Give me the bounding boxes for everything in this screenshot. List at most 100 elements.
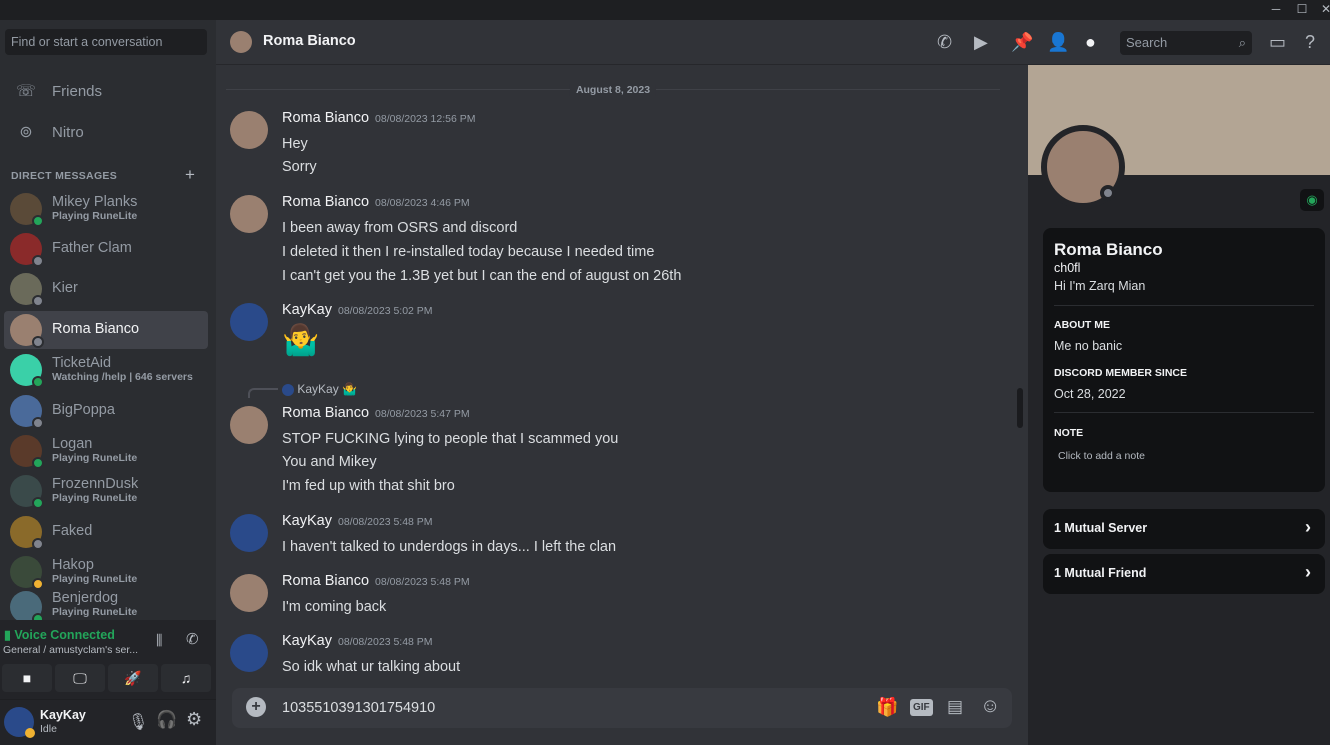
voice-channel[interactable]: General / amustyclam's ser... <box>3 644 138 656</box>
user-profile-toggle-icon[interactable]: ● <box>1085 32 1096 53</box>
message-avatar[interactable] <box>230 406 268 444</box>
message-text: I been away from OSRS and discord <box>282 220 518 236</box>
nitro-badge-icon[interactable]: ◉ <box>1300 189 1324 211</box>
help-icon[interactable]: ? <box>1305 32 1315 53</box>
message-timestamp: 08/08/2023 5:48 PM <box>337 636 433 648</box>
maximize-button[interactable]: ☐ <box>1290 2 1314 16</box>
channel-header: Roma Bianco ✆ ▶ 📌 👤 ● Search ⌕ ▭ ? <box>216 20 1330 65</box>
message-avatar[interactable] <box>230 634 268 672</box>
activity-button[interactable]: 🚀 <box>108 664 158 692</box>
dm-item[interactable]: Father Clam <box>4 230 208 268</box>
message-avatar[interactable] <box>230 574 268 612</box>
message-text: 🤷‍♂️ <box>282 324 320 357</box>
dm-activity: Playing RuneLite <box>52 573 138 586</box>
close-button[interactable]: ✕ <box>1314 2 1330 16</box>
nav-friends[interactable]: ☏ Friends <box>8 73 208 109</box>
message-input[interactable]: + 1035510391301754910 🎁 GIF ▤ ☺ <box>232 688 1012 728</box>
dm-name: Benjerdog <box>52 590 119 606</box>
screen-share-button[interactable]: 🖵 <box>55 664 105 692</box>
reply-text: 🤷‍♂️ <box>342 382 357 396</box>
message-author[interactable]: KayKay <box>282 513 332 529</box>
message-author[interactable]: Roma Bianco <box>282 194 369 210</box>
message-text: I can't get you the 1.3B yet but I can t… <box>282 268 682 284</box>
message-author[interactable]: KayKay <box>282 302 332 318</box>
message-avatar[interactable] <box>230 514 268 552</box>
pin-icon[interactable]: 📌 <box>1011 32 1033 53</box>
profile-card: Roma Bianco ch0fl Hi I'm Zarq Mian ABOUT… <box>1043 228 1325 492</box>
find-conversation-button[interactable]: Find or start a conversation <box>5 29 207 55</box>
message-author[interactable]: Roma Bianco <box>282 405 369 421</box>
dm-name: Faked <box>52 523 93 540</box>
dm-name: Kier <box>52 280 78 297</box>
settings-gear-icon[interactable]: ⚙ <box>186 709 202 730</box>
create-dm-button[interactable]: + <box>185 165 195 185</box>
add-friend-icon[interactable]: 👤 <box>1047 32 1069 53</box>
dm-item[interactable]: Logan Playing RuneLite <box>4 432 208 470</box>
title-bar: ─ ☐ ✕ <box>0 0 1330 20</box>
message-text: You and Mikey <box>282 454 377 470</box>
dm-item[interactable]: TicketAid Watching /help | 646 servers <box>4 351 208 389</box>
dm-item[interactable]: Roma Bianco <box>4 311 208 349</box>
search-input[interactable]: Search ⌕ <box>1120 31 1252 55</box>
dm-item[interactable]: Benjerdog Playing RuneLite <box>4 588 208 620</box>
mutual-friends-button[interactable]: 1 Mutual Friend › <box>1043 554 1325 594</box>
dm-item[interactable]: BigPoppa <box>4 392 208 430</box>
status-offline-icon <box>32 336 44 348</box>
nav-label: Friends <box>52 82 103 100</box>
dm-name: Mikey Planks <box>52 194 138 211</box>
camera-button[interactable]: ■ <box>2 664 52 692</box>
message-input-value[interactable]: 1035510391301754910 <box>282 700 435 716</box>
rocket-icon: 🚀 <box>124 669 142 686</box>
search-placeholder: Search <box>1126 35 1168 50</box>
dm-item[interactable]: Faked <box>4 513 208 551</box>
divider <box>1054 412 1314 413</box>
dm-avatar <box>10 273 44 307</box>
sticker-icon[interactable]: ▤ <box>947 697 963 717</box>
voice-call-icon[interactable]: ✆ <box>937 32 952 53</box>
inbox-icon[interactable]: ▭ <box>1269 32 1286 53</box>
message-author[interactable]: Roma Bianco <box>282 573 369 589</box>
voice-status[interactable]: ▮ Voice Connected <box>4 627 115 642</box>
date-divider: August 8, 2023 <box>226 84 1000 96</box>
video-call-icon[interactable]: ▶ <box>974 32 988 53</box>
dm-item[interactable]: Mikey Planks Playing RuneLite <box>4 190 208 228</box>
reply-preview[interactable]: KayKay 🤷‍♂️ <box>282 382 357 396</box>
minimize-button[interactable]: ─ <box>1264 2 1288 16</box>
noise-suppression-icon[interactable]: ⫼ <box>156 632 162 649</box>
emoji-icon[interactable]: ☺ <box>980 695 1000 718</box>
username: KayKay <box>40 708 86 722</box>
status-offline-icon <box>32 538 44 550</box>
nav-nitro[interactable]: ⊚ Nitro <box>8 114 208 150</box>
disconnect-icon[interactable]: ✆ <box>186 630 199 648</box>
message-avatar[interactable] <box>230 195 268 233</box>
dm-avatar <box>10 435 44 469</box>
message-avatar[interactable] <box>230 303 268 341</box>
note-input[interactable]: Click to add a note <box>1058 450 1145 462</box>
scrollbar[interactable] <box>1017 388 1023 428</box>
headphones-icon[interactable]: 🎧 <box>156 710 177 730</box>
upload-plus-icon[interactable]: + <box>246 697 266 717</box>
voice-panel: ▮ Voice Connected General / amustyclam's… <box>0 620 216 700</box>
dm-item[interactable]: Kier <box>4 270 208 308</box>
dm-avatar <box>10 354 44 388</box>
message-author[interactable]: Roma Bianco <box>282 110 369 126</box>
gift-icon[interactable]: 🎁 <box>876 697 898 718</box>
message-avatar[interactable] <box>230 111 268 149</box>
user-panel: KayKay Idle 🎙 🎧 ⚙ <box>0 700 216 745</box>
dm-activity: Playing RuneLite <box>52 492 138 505</box>
gif-button[interactable]: GIF <box>910 699 933 716</box>
soundboard-button[interactable]: ♫ <box>161 664 211 692</box>
status-online-icon <box>32 457 44 469</box>
dm-activity: Playing RuneLite <box>52 452 138 465</box>
mutual-servers-button[interactable]: 1 Mutual Server › <box>1043 509 1325 549</box>
dm-item[interactable]: Hakop Playing RuneLite <box>4 553 208 591</box>
header-title: Roma Bianco <box>263 33 356 49</box>
user-status: Idle <box>40 723 57 735</box>
mic-icon[interactable]: 🎙 <box>128 712 148 732</box>
dm-item[interactable]: FrozennDusk Playing RuneLite <box>4 472 208 510</box>
dm-activity: Playing RuneLite <box>52 210 138 223</box>
message-text: STOP FUCKING lying to people that I scam… <box>282 431 619 447</box>
message-author[interactable]: KayKay <box>282 633 332 649</box>
about-me-text: Me no banic <box>1054 339 1123 353</box>
nitro-icon: ⊚ <box>19 124 33 141</box>
